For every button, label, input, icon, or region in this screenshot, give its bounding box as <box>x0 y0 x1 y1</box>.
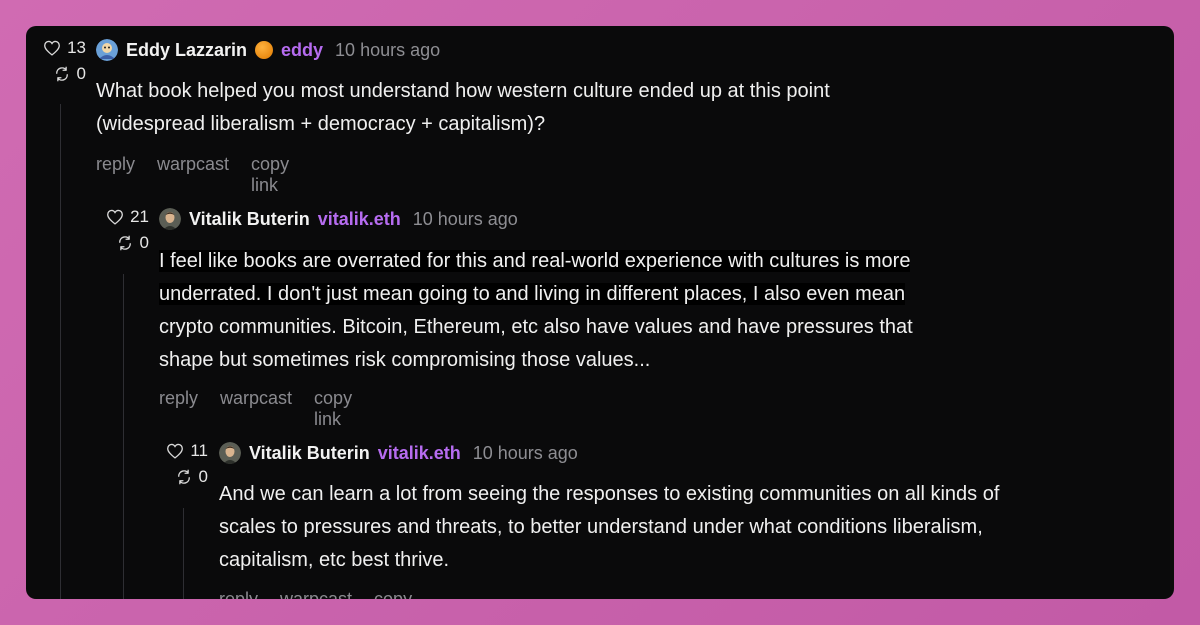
recast-icon <box>177 469 190 485</box>
comment-stats: 13 0 <box>26 35 86 87</box>
copy-link[interactable]: copy link <box>374 589 412 599</box>
like-count-value: 21 <box>130 207 149 226</box>
copy-link[interactable]: copy link <box>314 388 352 430</box>
like-count-value: 11 <box>190 441 208 460</box>
comment-text-line: (widespread liberalism + democracy + cap… <box>96 113 546 135</box>
comment-stats: 21 0 <box>89 204 149 256</box>
author-handle[interactable]: vitalik.eth <box>318 209 401 230</box>
like-count[interactable]: 21 <box>89 204 149 230</box>
recast-count-value: 0 <box>139 233 149 252</box>
heart-icon <box>167 443 184 459</box>
comment-text-line: capitalism, etc best thrive. <box>219 549 450 571</box>
comment-body: And we can learn a lot from seeing the r… <box>219 478 1164 577</box>
comment-header: Vitalik Buterin vitalik.eth 10 hours ago <box>159 208 518 230</box>
author-name[interactable]: Vitalik Buterin <box>189 209 310 230</box>
warpcast-link[interactable]: warpcast <box>220 388 292 430</box>
avatar[interactable] <box>159 208 181 230</box>
heart-icon <box>44 40 61 56</box>
reply-link[interactable]: reply <box>96 154 135 196</box>
recast-icon <box>118 235 131 251</box>
recast-count[interactable]: 0 <box>26 61 86 87</box>
thread-line <box>123 274 124 599</box>
like-count[interactable]: 11 <box>148 438 208 464</box>
heart-icon <box>107 209 124 225</box>
comment-actions: reply warpcast copy link <box>219 589 412 599</box>
recast-icon <box>55 66 68 82</box>
comment-thread-card: 13 0 Eddy Lazzarin eddy 10 hours ago Wha… <box>26 26 1174 599</box>
recast-count-value: 0 <box>76 64 86 83</box>
warpcast-link[interactable]: warpcast <box>280 589 352 599</box>
comment-header: Eddy Lazzarin eddy 10 hours ago <box>96 39 440 61</box>
copy-link[interactable]: copy link <box>251 154 289 196</box>
comment-text-line: I feel like books are overrated for this… <box>159 250 911 272</box>
timestamp: 10 hours ago <box>412 208 518 229</box>
like-count[interactable]: 13 <box>26 35 86 61</box>
comment-body: I feel like books are overrated for this… <box>159 245 1159 377</box>
avatar[interactable] <box>96 39 118 61</box>
comment-text-line: What book helped you most understand how… <box>96 80 830 102</box>
author-name[interactable]: Eddy Lazzarin <box>126 40 247 61</box>
timestamp: 10 hours ago <box>472 442 578 463</box>
warpcast-link[interactable]: warpcast <box>157 154 229 196</box>
recast-count-value: 0 <box>198 467 208 486</box>
comment-stats: 11 0 <box>148 438 208 490</box>
author-handle[interactable]: vitalik.eth <box>378 443 461 464</box>
like-count-value: 13 <box>67 38 86 57</box>
comment-actions: reply warpcast copy link <box>96 154 289 196</box>
comment-actions: reply warpcast copy link <box>159 388 352 430</box>
author-handle[interactable]: eddy <box>281 40 323 61</box>
comment-text-line: And we can learn a lot from seeing the r… <box>219 483 1000 505</box>
reply-link[interactable]: reply <box>159 388 198 430</box>
comment-text-line: scales to pressures and threats, to bett… <box>219 516 983 538</box>
recast-count[interactable]: 0 <box>89 230 149 256</box>
timestamp: 10 hours ago <box>335 39 441 60</box>
comment-text-line: underrated. I don't just mean going to a… <box>159 283 906 305</box>
author-name[interactable]: Vitalik Buterin <box>249 443 370 464</box>
comment-text-line: crypto communities. Bitcoin, Ethereum, e… <box>159 316 913 338</box>
comment-text-line: shape but sometimes risk compromising th… <box>159 349 651 371</box>
thread-line <box>60 104 61 599</box>
thread-line <box>183 508 184 599</box>
reply-link[interactable]: reply <box>219 589 258 599</box>
comment-body: What book helped you most understand how… <box>96 75 1156 141</box>
power-badge-icon <box>255 41 274 59</box>
recast-count[interactable]: 0 <box>148 464 208 490</box>
avatar[interactable] <box>219 442 241 464</box>
comment-header: Vitalik Buterin vitalik.eth 10 hours ago <box>219 442 578 464</box>
